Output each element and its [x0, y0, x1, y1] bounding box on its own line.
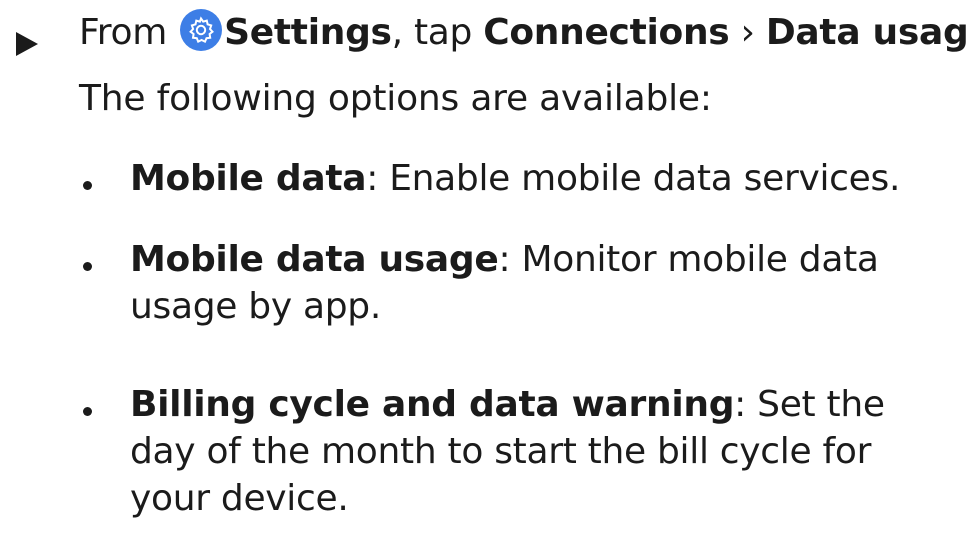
option-description: : Enable mobile data services.: [366, 158, 901, 199]
list-item: Mobile data usage: Monitor mobile data u…: [83, 237, 960, 331]
list-item: Billing cycle and data warning: Set the …: [83, 382, 960, 522]
step-arrow-icon: [16, 32, 38, 56]
bullet-icon: [83, 262, 92, 271]
breadcrumb-separator: ›: [729, 12, 766, 53]
list-item: Mobile data: Enable mobile data services…: [83, 156, 960, 203]
bullet-icon: [83, 181, 92, 190]
step-text: From Settings, tap Connections › Data us…: [79, 9, 966, 57]
intro-text: The following options are available:: [79, 78, 712, 119]
data-usage-label: Data usage: [765, 12, 966, 53]
step-prefix: From: [79, 12, 179, 53]
bullet-icon: [83, 407, 92, 416]
settings-label: Settings: [224, 12, 392, 53]
connections-label: Connections: [483, 12, 730, 53]
step-middle: , tap: [391, 12, 484, 53]
option-title: Mobile data usage: [130, 239, 499, 280]
option-title: Billing cycle and data warning: [130, 384, 735, 425]
gear-icon: [180, 9, 223, 51]
document-page: From Settings, tap Connections › Data us…: [0, 0, 966, 533]
option-title: Mobile data: [130, 158, 367, 199]
